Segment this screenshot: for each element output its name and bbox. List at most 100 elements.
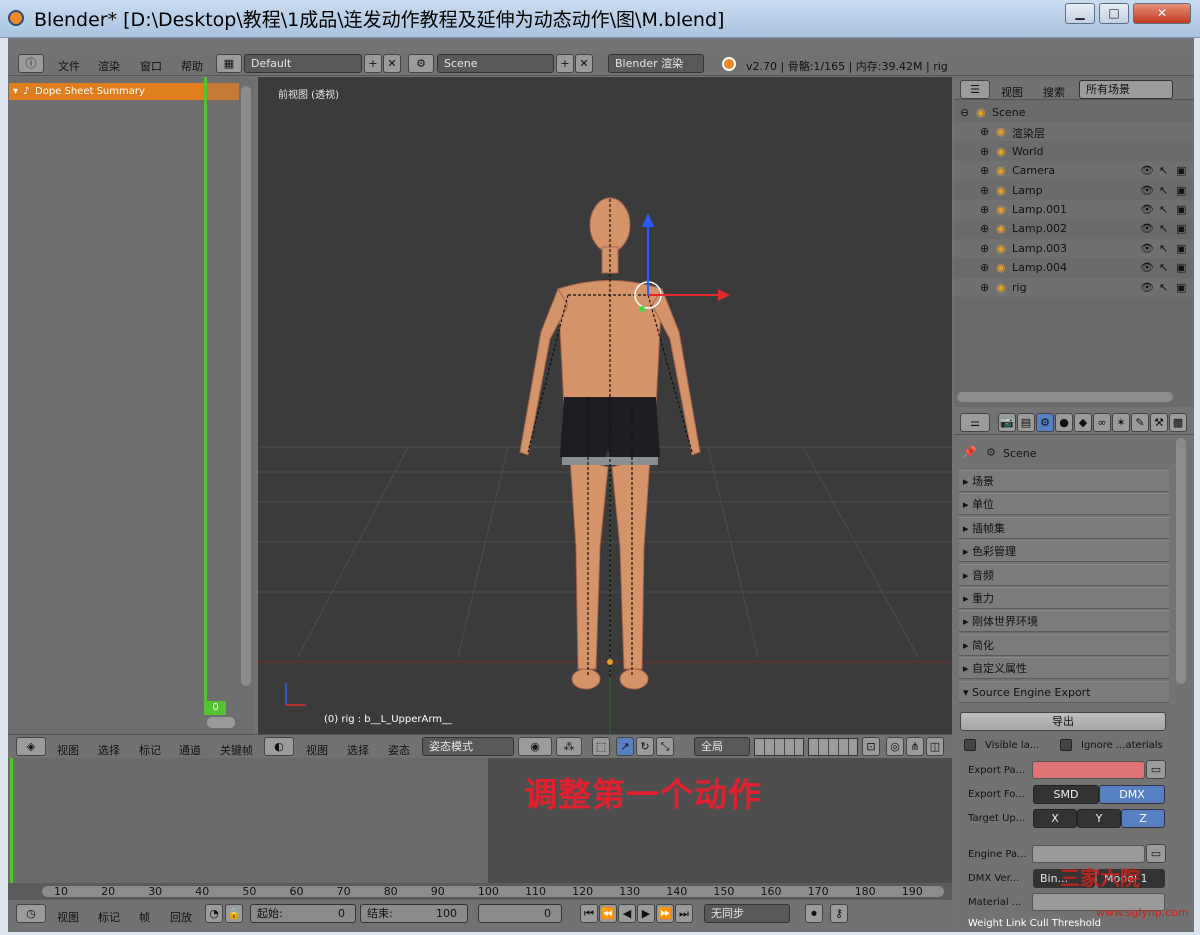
constraints-tab-icon[interactable]: ∞	[1093, 413, 1111, 432]
pivot-icon[interactable]: ⁂	[556, 737, 582, 756]
outliner-item[interactable]: ⊕ ◉ Lamp.002 👁 ↖ ▣	[954, 219, 1194, 238]
maximize-button[interactable]: □	[1099, 3, 1129, 24]
dope-menu-select[interactable]: 选择	[98, 742, 120, 758]
viewport-3d[interactable]	[258, 77, 952, 734]
render-camera-icon[interactable]: ▣	[1176, 281, 1186, 294]
orientation-select[interactable]: 全局	[694, 737, 750, 756]
engine-path-input[interactable]	[1032, 845, 1145, 863]
lock-layers-icon[interactable]: ⊡	[862, 737, 880, 756]
bone-constraint-tab-icon[interactable]: ⚒	[1150, 413, 1168, 432]
jump-end-icon[interactable]: ⏭	[675, 904, 693, 923]
tl-menu-playback[interactable]: 回放	[170, 909, 192, 925]
render-camera-icon[interactable]: ▣	[1176, 222, 1186, 235]
play-reverse-icon[interactable]: ◀	[618, 904, 636, 923]
bone-tab-icon[interactable]: ✎	[1131, 413, 1149, 432]
visibility-eye-icon[interactable]: 👁	[1140, 184, 1154, 197]
outliner-hscroll[interactable]	[957, 392, 1173, 402]
shading-icon[interactable]: ◉	[518, 737, 552, 756]
outliner-item[interactable]: ⊕ ◉ Lamp.001 👁 ↖ ▣	[954, 200, 1194, 219]
outliner-item[interactable]: ⊕ ◉ Lamp 👁 ↖ ▣	[954, 181, 1194, 200]
layout-remove-button[interactable]: ✕	[383, 54, 401, 73]
layers-grid-a[interactable]	[754, 738, 804, 756]
layout-field[interactable]: Default	[244, 54, 362, 73]
outliner-menu-search[interactable]: 搜索	[1043, 84, 1065, 100]
property-panel-header[interactable]: ▸ 重力	[959, 587, 1169, 609]
proportional-edit-icon[interactable]: ◎	[886, 737, 904, 756]
select-cursor-icon[interactable]: ↖	[1159, 281, 1168, 294]
end-frame-field[interactable]: 结束: 100	[360, 904, 468, 923]
visibility-eye-icon[interactable]: 👁	[1140, 242, 1154, 255]
timeline-frame-cursor[interactable]	[10, 758, 13, 883]
visibility-eye-icon[interactable]: 👁	[1140, 222, 1154, 235]
expand-icon[interactable]: ⊕	[980, 164, 989, 177]
select-cursor-icon[interactable]: ↖	[1159, 222, 1168, 235]
properties-type-icon[interactable]: ⚌	[960, 413, 990, 432]
object-tab-icon[interactable]: ◆	[1074, 413, 1092, 432]
visible-layers-checkbox[interactable]	[964, 739, 976, 751]
pin-icon[interactable]: 📌	[962, 445, 977, 459]
property-panel-header[interactable]: ▸ 自定义属性	[959, 657, 1169, 680]
property-panel-header[interactable]: ▸ 简化	[959, 633, 1169, 656]
select-cursor-icon[interactable]: ↖	[1159, 261, 1168, 274]
render-tab-icon[interactable]: 📷	[998, 413, 1016, 432]
translate-icon[interactable]: ↗	[616, 737, 634, 756]
start-frame-field[interactable]: 起始: 0	[250, 904, 356, 923]
preview-range-icon[interactable]: ◔	[205, 904, 223, 923]
property-panel-header[interactable]: ▸ 色彩管理	[959, 540, 1169, 563]
armature-tab-icon[interactable]: ✶	[1112, 413, 1130, 432]
outliner-item[interactable]: ⊕ ◉ World	[954, 142, 1194, 161]
jump-start-icon[interactable]: ⏮	[580, 904, 598, 923]
play-icon[interactable]: ▶	[637, 904, 655, 923]
view-menu-select[interactable]: 选择	[347, 742, 369, 758]
outliner-item[interactable]: ⊕ ◉ 渲染层	[954, 122, 1194, 142]
outliner-item[interactable]: ⊕ ◉ Camera 👁 ↖ ▣	[954, 161, 1194, 181]
select-cursor-icon[interactable]: ↖	[1159, 184, 1168, 197]
outliner-item[interactable]: ⊕ ◉ rig 👁 ↖ ▣	[954, 277, 1194, 297]
dope-menu-channel[interactable]: 通道	[179, 742, 201, 758]
engine-path-folder-icon[interactable]: ▭	[1146, 844, 1166, 863]
smd-format-button[interactable]: SMD	[1033, 785, 1099, 804]
render-layers-tab-icon[interactable]: ▤	[1017, 413, 1035, 432]
scene-remove-button[interactable]: ✕	[575, 54, 593, 73]
tl-menu-frame[interactable]: 帧	[139, 909, 150, 925]
menu-help[interactable]: 帮助	[181, 58, 203, 74]
manipulator-toggle-icon[interactable]: ⬚	[592, 737, 610, 756]
scene-tab-icon[interactable]: ⚙	[1036, 413, 1054, 432]
dopesheet-frame-cursor[interactable]	[204, 77, 207, 715]
dopesheet-hscroll[interactable]	[207, 717, 235, 728]
prev-key-icon[interactable]: ⏪	[599, 904, 617, 923]
outliner-filter-select[interactable]: 所有场景	[1079, 80, 1173, 99]
render-camera-icon[interactable]: ▣	[1176, 203, 1186, 216]
outliner-item[interactable]: ⊕ ◉ Lamp.004 👁 ↖ ▣	[954, 258, 1194, 277]
scene-add-button[interactable]: +	[556, 54, 574, 73]
select-cursor-icon[interactable]: ↖	[1159, 242, 1168, 255]
close-window-button[interactable]: ✕	[1133, 3, 1191, 24]
render-camera-icon[interactable]: ▣	[1176, 242, 1186, 255]
dopesheet-summary-row[interactable]: ▾ ♪ Dope Sheet Summary	[9, 83, 205, 100]
expand-icon[interactable]: ⊖	[960, 106, 969, 119]
expand-icon[interactable]: ⊕	[980, 125, 989, 138]
record-icon[interactable]: ⏺	[805, 904, 823, 923]
dmx-format-button[interactable]: DMX	[1099, 785, 1165, 804]
scene-icon[interactable]: ⚙	[408, 54, 434, 73]
viewport-type-icon[interactable]: ◐	[264, 737, 294, 756]
tl-menu-marker[interactable]: 标记	[98, 909, 120, 925]
timeline-type-icon[interactable]: ◷	[16, 904, 46, 923]
tl-menu-view[interactable]: 视图	[57, 909, 79, 925]
layout-add-button[interactable]: +	[364, 54, 382, 73]
render-view-icon[interactable]: ◫	[926, 737, 944, 756]
property-panel-header[interactable]: ▸ 音频	[959, 563, 1169, 586]
menu-file[interactable]: 文件	[58, 58, 80, 74]
dope-menu-marker[interactable]: 标记	[139, 742, 161, 758]
property-panel-header[interactable]: ▸ 插帧集	[959, 516, 1169, 539]
outliner-menu-view[interactable]: 视图	[1001, 84, 1023, 100]
view-menu-view[interactable]: 视图	[306, 742, 328, 758]
expand-icon[interactable]: ⊕	[980, 203, 989, 216]
expand-icon[interactable]: ⊕	[980, 222, 989, 235]
render-camera-icon[interactable]: ▣	[1176, 184, 1186, 197]
editor-type-icon[interactable]: ⓘ	[18, 54, 44, 73]
current-frame-field[interactable]: 0	[478, 904, 562, 923]
export-button[interactable]: 导出	[960, 712, 1166, 731]
expand-icon[interactable]: ⊕	[980, 261, 989, 274]
source-engine-panel-header[interactable]: ▾ Source Engine Export	[959, 681, 1169, 703]
